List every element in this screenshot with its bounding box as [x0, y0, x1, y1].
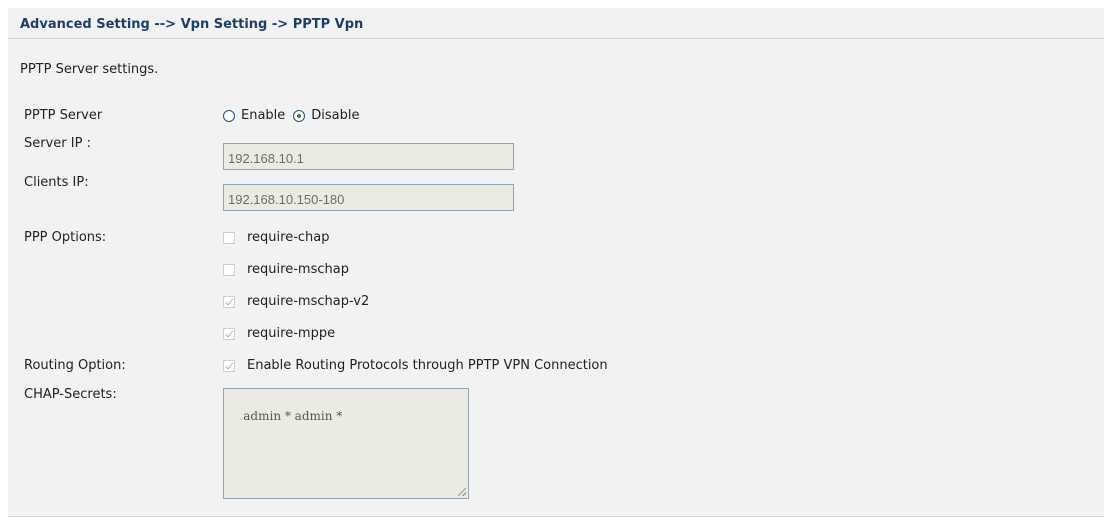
- chap-secrets-value: admin * admin *: [243, 409, 343, 423]
- chap-secrets-textarea[interactable]: admin * admin *: [223, 388, 469, 499]
- disable-radio[interactable]: [293, 109, 306, 122]
- enable-routing-label: Enable Routing Protocols through PPTP VP…: [247, 358, 608, 373]
- clients-ip-label: Clients IP:: [24, 175, 89, 190]
- option-require-mppe[interactable]: require-mppe: [223, 326, 335, 341]
- require-chap-checkbox[interactable]: [223, 231, 235, 244]
- enable-radio-label[interactable]: Enable: [241, 108, 285, 123]
- routing-option-control[interactable]: Enable Routing Protocols through PPTP VP…: [223, 358, 608, 373]
- server-ip-input[interactable]: 192.168.10.1: [223, 143, 514, 170]
- resize-grip-icon[interactable]: [458, 488, 466, 496]
- require-mschap-checkbox[interactable]: [223, 263, 235, 276]
- routing-option-label: Routing Option:: [24, 358, 126, 373]
- pptp-server-label: PPTP Server: [24, 108, 103, 123]
- require-mschap-label: require-mschap: [247, 262, 349, 277]
- option-require-mschap[interactable]: require-mschap: [223, 262, 349, 277]
- section-description: PPTP Server settings.: [20, 62, 159, 77]
- enable-routing-checkbox[interactable]: [223, 359, 235, 372]
- require-mppe-checkbox[interactable]: [223, 327, 235, 340]
- pptp-settings-panel: Advanced Setting --> Vpn Setting -> PPTP…: [8, 8, 1104, 517]
- breadcrumb: Advanced Setting --> Vpn Setting -> PPTP…: [20, 17, 364, 32]
- disable-radio-label[interactable]: Disable: [311, 108, 359, 123]
- pptp-server-radio-group: Enable Disable: [223, 108, 368, 123]
- chap-secrets-label: CHAP-Secrets:: [24, 387, 117, 402]
- require-mppe-label: require-mppe: [247, 326, 336, 341]
- ppp-options-label: PPP Options:: [24, 230, 107, 245]
- breadcrumb-bar: Advanced Setting --> Vpn Setting -> PPTP…: [8, 8, 1104, 39]
- option-require-chap[interactable]: require-chap: [223, 230, 330, 245]
- enable-radio[interactable]: [223, 109, 235, 122]
- clients-ip-input[interactable]: 192.168.10.150-180: [223, 184, 514, 211]
- require-mschap-v2-label: require-mschap-v2: [247, 294, 370, 309]
- option-require-mschap-v2[interactable]: require-mschap-v2: [223, 294, 369, 309]
- require-chap-label: require-chap: [247, 230, 330, 245]
- server-ip-label: Server IP :: [24, 136, 91, 151]
- require-mschap-v2-checkbox[interactable]: [223, 295, 235, 308]
